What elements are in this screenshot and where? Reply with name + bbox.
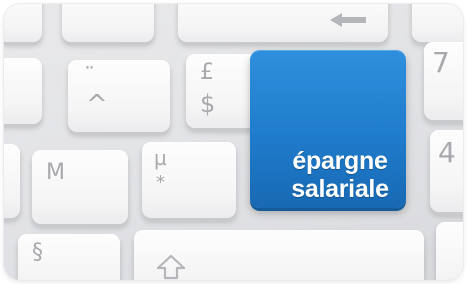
epargne-salariale-label: épargne salariale bbox=[270, 147, 410, 203]
section-key: § bbox=[18, 234, 120, 280]
seven-key: 7 bbox=[424, 42, 463, 120]
colon-key: ¨ ^ bbox=[68, 60, 170, 132]
four-key-label: 4 bbox=[438, 136, 456, 169]
shift-key bbox=[134, 230, 424, 280]
label-line-1: épargne bbox=[292, 147, 388, 175]
keyboard-photo: ¨ ^ £ $ 7 épargne salariale M µ * 4 § bbox=[4, 4, 463, 280]
m-key: M bbox=[32, 150, 128, 224]
mu-key-bottom: * bbox=[156, 172, 165, 193]
key-top-left bbox=[4, 4, 42, 42]
label-line-2: salariale bbox=[291, 175, 389, 203]
key-row2-left bbox=[4, 144, 20, 218]
key-top-2 bbox=[62, 4, 154, 42]
colon-key-bottom: ^ bbox=[86, 90, 108, 120]
key-top-right bbox=[412, 4, 463, 42]
key-row1-left bbox=[4, 58, 42, 124]
section-key-label: § bbox=[32, 240, 43, 265]
backspace-key bbox=[178, 4, 388, 42]
mu-key: µ * bbox=[142, 142, 236, 218]
left-arrow-icon bbox=[330, 13, 366, 27]
pound-key-top: £ bbox=[200, 60, 214, 85]
colon-key-top: ¨ bbox=[84, 64, 95, 89]
seven-key-label: 7 bbox=[432, 46, 450, 79]
m-key-label: M bbox=[46, 160, 65, 185]
mu-key-top: µ bbox=[154, 146, 167, 170]
pound-key-bottom: $ bbox=[200, 90, 216, 118]
shift-arrow-icon bbox=[156, 254, 186, 280]
four-key: 4 bbox=[430, 130, 463, 212]
key-bottom-right bbox=[436, 222, 463, 280]
